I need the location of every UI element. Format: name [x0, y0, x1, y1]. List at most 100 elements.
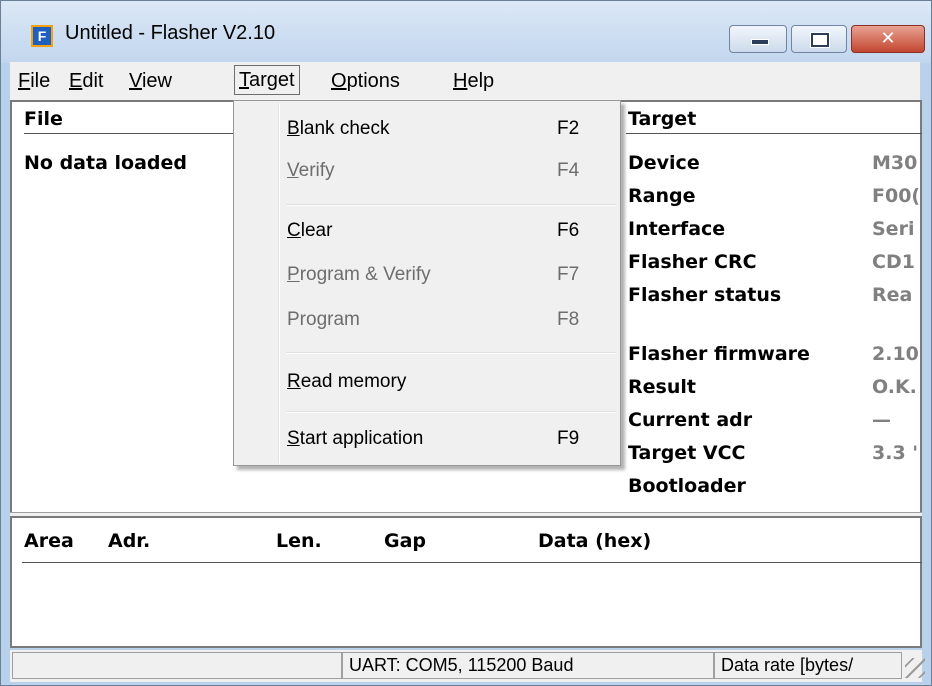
- menu-item-label: Program & Verify: [287, 264, 431, 286]
- menu-item-mnemonic: C: [287, 220, 301, 241]
- menu-item-shortcut: F2: [557, 118, 580, 139]
- window-title: Untitled - Flasher V2.10: [65, 22, 276, 44]
- target-prop-value: Rea: [872, 284, 913, 306]
- target-prop-value: M30: [872, 152, 918, 174]
- menu-separator: [286, 352, 616, 354]
- status-bar: UART: COM5, 115200 Baud Data rate [bytes…: [10, 650, 925, 682]
- menu-view-mnemonic: V: [129, 70, 142, 92]
- target-prop-label: Flasher status: [628, 284, 782, 306]
- target-prop-label: Device: [628, 152, 700, 174]
- target-prop-label: Bootloader: [628, 475, 746, 497]
- menu-item-label: Clear: [287, 220, 332, 242]
- menu-item-shortcut: F9: [557, 428, 580, 449]
- menu-item-mnemonic: V: [287, 160, 299, 181]
- grid-column-header[interactable]: Area: [24, 530, 74, 552]
- file-panel-header: File: [24, 108, 63, 130]
- menu-view[interactable]: View: [125, 67, 176, 95]
- menu-edit[interactable]: Edit: [65, 67, 107, 95]
- target-prop-label: Flasher CRC: [628, 251, 757, 273]
- menu-item-mnemonic: P: [287, 264, 300, 285]
- menu-bar: File Edit View Target Options Help: [10, 62, 920, 100]
- file-status-text: No data loaded: [24, 152, 187, 174]
- menu-item-read-memory[interactable]: Read memory: [236, 362, 618, 402]
- menu-item-text: tart application: [299, 428, 424, 449]
- target-prop-value: O.K.: [872, 376, 917, 398]
- menu-item-mnemonic: B: [287, 118, 300, 139]
- menu-options-label: ptions: [346, 70, 400, 92]
- menu-file-label: ile: [30, 70, 51, 92]
- menu-item-shortcut: F8: [557, 309, 580, 330]
- status-connection: UART: COM5, 115200 Baud: [342, 652, 714, 679]
- menu-item-blank-check[interactable]: Blank check F2: [236, 109, 618, 149]
- close-button[interactable]: ✕: [851, 25, 925, 53]
- maximize-icon: [811, 33, 829, 47]
- target-prop-label: Flasher firmware: [628, 343, 810, 365]
- menu-item-text: rogram & Verify: [299, 264, 431, 285]
- target-prop-value: Seri: [872, 218, 915, 240]
- target-prop-label: Interface: [628, 218, 726, 240]
- target-prop-value: CD1: [872, 251, 915, 273]
- menu-separator: [286, 411, 616, 413]
- minimize-icon: [751, 39, 769, 45]
- menu-help-mnemonic: H: [453, 70, 468, 92]
- grid-column-header[interactable]: Len.: [276, 530, 322, 552]
- grid-header-divider: [22, 562, 922, 563]
- close-icon: ✕: [880, 28, 896, 49]
- menu-edit-mnemonic: E: [69, 70, 83, 92]
- menu-file[interactable]: File: [14, 67, 54, 95]
- menu-view-label: iew: [141, 70, 172, 92]
- menu-item-verify[interactable]: Verify F4: [236, 151, 618, 191]
- menu-item-label: Blank check: [287, 118, 389, 140]
- menu-item-program[interactable]: Program F8: [236, 300, 618, 340]
- target-header-divider: [626, 133, 922, 134]
- target-prop-label: Current adr: [628, 409, 753, 431]
- menu-target[interactable]: Target: [234, 65, 300, 95]
- title-bar[interactable]: F Untitled - Flasher V2.10 ✕: [1, 1, 931, 63]
- target-menu-dropdown: Blank check F2 Verify F4 Clear F6 Progra…: [233, 100, 621, 466]
- menu-help-label: elp: [467, 70, 495, 92]
- status-cell: [12, 652, 342, 679]
- menu-help[interactable]: Help: [449, 67, 498, 95]
- menu-item-clear[interactable]: Clear F6: [236, 211, 618, 251]
- menu-item-program-verify[interactable]: Program & Verify F7: [236, 255, 618, 295]
- menu-item-label: Read memory: [287, 371, 406, 393]
- menu-options[interactable]: Options: [327, 67, 404, 95]
- status-data-rate: Data rate [bytes/: [714, 652, 902, 679]
- menu-item-label: Program: [287, 309, 360, 331]
- menu-item-label: Start application: [287, 428, 423, 450]
- menu-item-text: ead memory: [300, 371, 407, 392]
- grid-column-header[interactable]: Adr.: [108, 530, 150, 552]
- menu-edit-label: dit: [82, 70, 104, 92]
- menu-options-mnemonic: O: [331, 70, 347, 92]
- panel-splitter[interactable]: [10, 512, 922, 518]
- menu-item-mnemonic: R: [287, 371, 301, 392]
- menu-item-text: lear: [300, 220, 333, 241]
- target-prop-label: Result: [628, 376, 696, 398]
- target-prop-value: —: [872, 409, 891, 431]
- target-prop-value: F00(: [872, 185, 921, 207]
- grid-column-header[interactable]: Gap: [384, 530, 426, 552]
- target-prop-value: 2.10: [872, 343, 919, 365]
- minimize-button[interactable]: [729, 25, 787, 53]
- menu-target-label: arget: [249, 69, 295, 91]
- maximize-button[interactable]: [791, 25, 847, 53]
- target-panel-header: Target: [628, 108, 697, 130]
- target-prop-label: Range: [628, 185, 696, 207]
- menu-file-mnemonic: F: [18, 70, 31, 92]
- menu-item-start-application[interactable]: Start application F9: [236, 419, 618, 459]
- menu-item-mnemonic: S: [287, 428, 300, 449]
- menu-separator: [286, 204, 616, 206]
- menu-item-shortcut: F4: [557, 160, 580, 181]
- grid-column-header[interactable]: Data (hex): [538, 530, 651, 552]
- menu-item-shortcut: F7: [557, 264, 580, 285]
- app-icon: F: [31, 25, 53, 47]
- menu-item-label: Verify: [287, 160, 335, 182]
- resize-grip-icon[interactable]: [905, 658, 925, 678]
- menu-target-mnemonic: T: [239, 69, 249, 91]
- menu-item-text: lank check: [299, 118, 390, 139]
- menu-item-shortcut: F6: [557, 220, 580, 241]
- target-prop-value: 3.3 ': [872, 442, 919, 464]
- target-prop-label: Target VCC: [628, 442, 746, 464]
- menu-item-text: Program: [287, 309, 360, 330]
- menu-item-text: erify: [298, 160, 335, 181]
